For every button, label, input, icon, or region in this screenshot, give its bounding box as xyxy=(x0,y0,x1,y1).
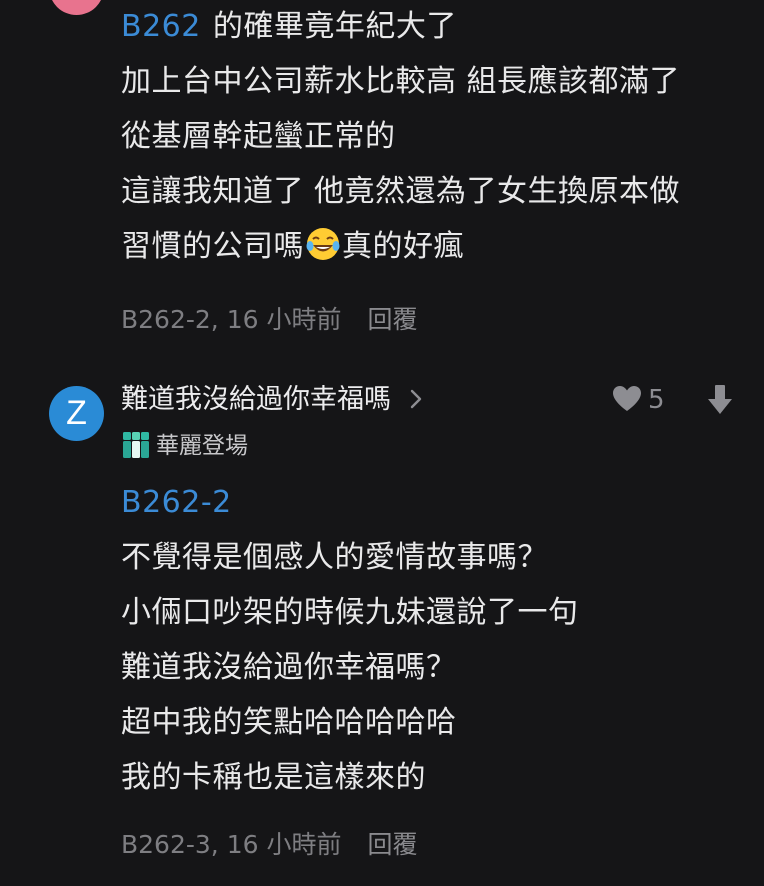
comment-line: 從基層幹起蠻正常的 xyxy=(121,119,396,154)
board-badge[interactable]: 華麗登場 xyxy=(121,428,248,464)
comment-text: 習慣的公司嗎 xyxy=(121,229,304,264)
comment-line: 小倆口吵架的時候九妹還說了一句 xyxy=(121,595,579,630)
author-name-text: 難道我沒給過你幸福嗎 xyxy=(121,384,391,415)
board-icon xyxy=(123,432,149,458)
laughing-tears-emoji xyxy=(306,228,340,260)
comment-meta-1: B262-2, 16 小時前 回覆 xyxy=(121,300,417,340)
reply-button[interactable]: 回覆 xyxy=(367,305,417,334)
like-count: 5 xyxy=(648,385,665,415)
comment-floor-time: B262-2, 16 小時前 xyxy=(121,305,342,334)
comment-line: 超中我的笑點哈哈哈哈哈 xyxy=(121,705,457,740)
board-name: 華麗登場 xyxy=(156,433,248,459)
like-button[interactable]: 5 xyxy=(612,382,665,418)
comment-text: 的確畢竟年紀大了 xyxy=(212,9,457,44)
heart-icon xyxy=(613,386,641,411)
comment-line: 習慣的公司嗎 真的好瘋 xyxy=(121,219,741,274)
author-name[interactable]: 難道我沒給過你幸福嗎 xyxy=(121,380,427,420)
comment-body-1: B262 的確畢竟年紀大了 加上台中公司薪水比較高 組長應該都滿了 從基層幹起蠻正… xyxy=(121,0,741,274)
comment-line: B262 的確畢竟年紀大了 xyxy=(121,0,741,54)
comment-line: 不覺得是個感人的愛情故事嗎？ xyxy=(121,540,548,575)
comment-text: 真的好瘋 xyxy=(342,229,464,264)
comments-screen: B262 的確畢竟年紀大了 加上台中公司薪水比較高 組長應該都滿了 從基層幹起蠻正… xyxy=(0,0,764,886)
comment-line: 加上台中公司薪水比較高 組長應該都滿了 xyxy=(121,64,681,99)
comment-body-2: B262-2 不覺得是個感人的愛情故事嗎？ 小倆口吵架的時候九妹還說了一句 難道… xyxy=(121,475,741,805)
chevron-right-icon xyxy=(410,389,422,409)
mention-link[interactable]: B262 xyxy=(121,9,201,44)
comment-floor-time: B262-3, 16 小時前 xyxy=(121,830,342,859)
comment-line: 難道我沒給過你幸福嗎？ xyxy=(121,650,457,685)
mention-link[interactable]: B262-2 xyxy=(121,485,232,520)
comment-line: B262-2 xyxy=(121,475,741,530)
avatar[interactable]: Z xyxy=(49,386,104,441)
comment-meta-2: B262-3, 16 小時前 回覆 xyxy=(121,825,417,865)
comment-line: 我的卡稱也是這樣來的 xyxy=(121,760,426,795)
avatar[interactable] xyxy=(49,0,104,15)
arrow-down-icon[interactable] xyxy=(707,384,733,416)
reply-button[interactable]: 回覆 xyxy=(367,830,417,859)
comment-line: 這讓我知道了 他竟然還為了女生換原本做 xyxy=(121,174,681,209)
